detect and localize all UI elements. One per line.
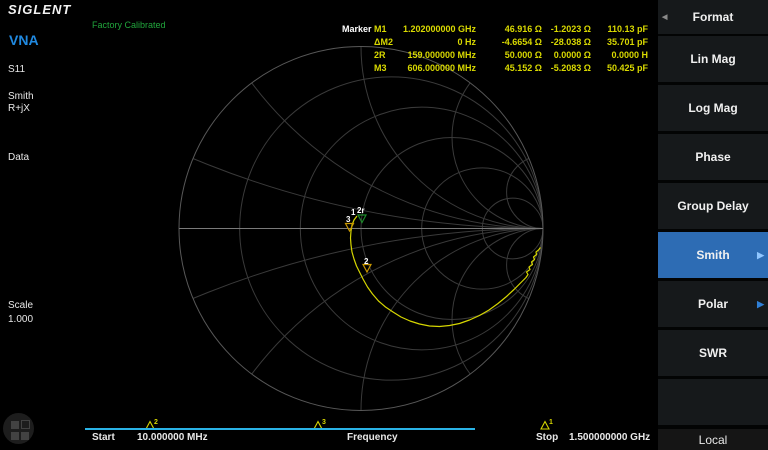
softkey-phase[interactable]: Phase <box>658 134 768 180</box>
softkey-polar[interactable]: Polar ▶ <box>658 281 768 327</box>
marker-table-header: Marker <box>342 23 374 36</box>
parameter-label[interactable]: S11 <box>8 64 25 76</box>
back-arrow-icon: ◀ <box>662 13 667 21</box>
marker-reactance: -28.038 Ω <box>542 36 591 49</box>
svg-text:3: 3 <box>322 419 326 426</box>
grid-icon <box>21 420 30 429</box>
format-label[interactable]: Smith R+jX <box>8 91 34 115</box>
data-label[interactable]: Data <box>8 152 29 164</box>
stop-label: Stop <box>536 432 558 443</box>
frequency-axis-line <box>85 428 475 430</box>
vna-screen: 12r32231 SIGLENT Factory Calibrated VNA … <box>0 0 768 450</box>
marker-reactance: 0.0000 Ω <box>542 49 591 62</box>
calibration-status: Factory Calibrated <box>92 20 166 30</box>
softkey-lin-mag[interactable]: Lin Mag <box>658 36 768 82</box>
marker-name: M3 <box>374 62 401 75</box>
softkey-swr[interactable]: SWR <box>658 330 768 376</box>
marker-name: M1 <box>374 23 401 36</box>
marker-name: 2R <box>374 49 401 62</box>
marker-resistance: 50.000 Ω <box>476 49 542 62</box>
marker-row-dm2: ΔM2 0 Hz -4.6654 Ω -28.038 Ω 35.701 pF <box>342 36 648 49</box>
submenu-arrow-icon: ▶ <box>757 250 764 261</box>
svg-text:2: 2 <box>154 419 158 426</box>
softkey-group-delay[interactable]: Group Delay <box>658 183 768 229</box>
menu-header-format[interactable]: ◀ Format <box>658 0 768 34</box>
menu-grid-button[interactable] <box>3 413 34 444</box>
menu-header-label: Format <box>693 10 734 24</box>
softkey-log-mag[interactable]: Log Mag <box>658 85 768 131</box>
start-label: Start <box>92 432 115 443</box>
scale-value[interactable]: 1.000 <box>8 314 33 326</box>
marker-frequency: 1.202000000 GHz <box>401 23 476 36</box>
softkey-menu: ◀ Format Lin Mag Log Mag Phase Group Del… <box>658 0 768 450</box>
marker-resistance: -4.6654 Ω <box>476 36 542 49</box>
channel-label[interactable]: VNA <box>9 32 39 48</box>
svg-text:2: 2 <box>364 257 369 266</box>
marker-readout-table: Marker M1 1.202000000 GHz 46.916 Ω -1.20… <box>342 23 648 75</box>
svg-text:1: 1 <box>351 208 356 217</box>
start-frequency-value[interactable]: 10.000000 MHz <box>137 432 208 443</box>
svg-text:1: 1 <box>549 419 553 426</box>
marker-reactance: -5.2083 Ω <box>542 62 591 75</box>
scale-label[interactable]: Scale <box>8 300 33 312</box>
format-line1: Smith <box>8 91 34 103</box>
axis-title: Frequency <box>347 432 398 443</box>
marker-frequency: 606.000000 MHz <box>401 62 476 75</box>
format-line2: R+jX <box>8 103 34 115</box>
softkey-blank[interactable] <box>658 379 768 425</box>
marker-name: ΔM2 <box>374 36 401 49</box>
marker-capacitance: 110.13 pF <box>591 23 648 36</box>
marker-row-m1: Marker M1 1.202000000 GHz 46.916 Ω -1.20… <box>342 23 648 36</box>
marker-reactance: -1.2023 Ω <box>542 23 591 36</box>
marker-resistance: 45.152 Ω <box>476 62 542 75</box>
siglent-logo: SIGLENT <box>8 2 71 17</box>
svg-text:3: 3 <box>346 215 351 224</box>
marker-capacitance: 0.0000 H <box>591 49 648 62</box>
marker-frequency: 159.000000 MHz <box>401 49 476 62</box>
grid-icon <box>21 432 29 440</box>
local-button[interactable]: Local <box>658 429 768 450</box>
submenu-arrow-icon: ▶ <box>757 299 764 310</box>
softkey-smith[interactable]: Smith ▶ <box>658 232 768 278</box>
marker-row-m3: M3 606.000000 MHz 45.152 Ω -5.2083 Ω 50.… <box>342 62 648 75</box>
grid-icon <box>11 432 19 440</box>
marker-capacitance: 50.425 pF <box>591 62 648 75</box>
grid-icon <box>11 421 19 429</box>
marker-row-2r: 2R 159.000000 MHz 50.000 Ω 0.0000 Ω 0.00… <box>342 49 648 62</box>
marker-capacitance: 35.701 pF <box>591 36 648 49</box>
svg-text:2r: 2r <box>357 206 365 215</box>
marker-frequency: 0 Hz <box>401 36 476 49</box>
stop-frequency-value[interactable]: 1.500000000 GHz <box>569 432 650 443</box>
marker-resistance: 46.916 Ω <box>476 23 542 36</box>
